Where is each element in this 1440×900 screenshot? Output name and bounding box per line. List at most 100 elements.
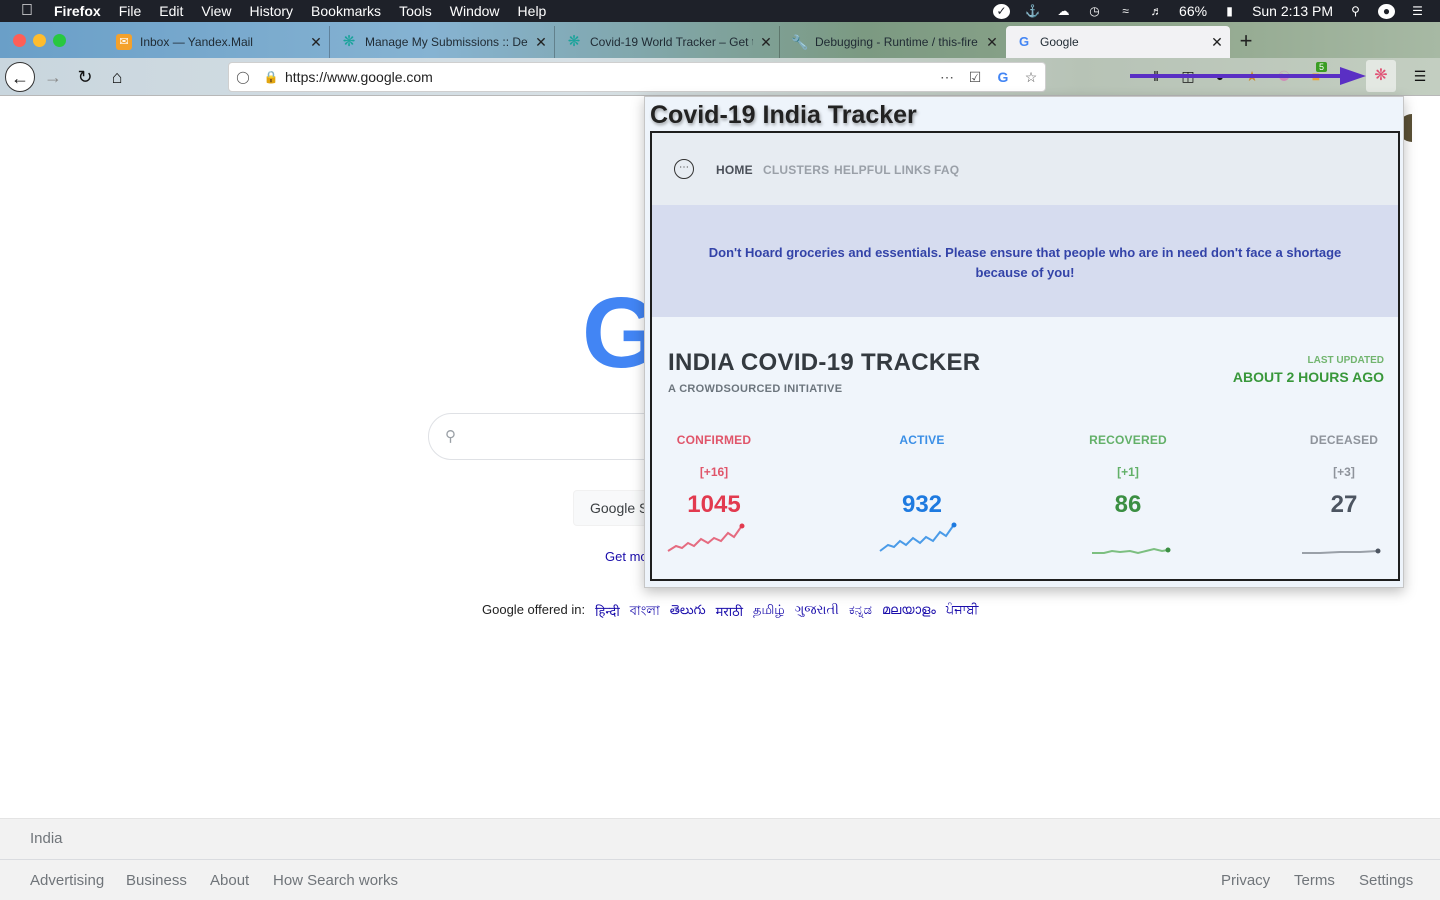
lock-icon[interactable]: 🔒 xyxy=(257,70,285,84)
stat-label: ACTIVE xyxy=(899,433,945,447)
language-link[interactable]: తెలుగు xyxy=(670,602,706,623)
tracker-heading: INDIA COVID-19 TRACKER xyxy=(668,349,981,376)
sparkline-recovered xyxy=(1092,547,1171,555)
tab-yandex-mail[interactable]: ✉ Inbox — Yandex.Mail ✕ xyxy=(106,26,330,58)
reload-button[interactable]: ↻ xyxy=(70,62,100,92)
tab-title: Covid-19 World Tracker – Get t xyxy=(590,35,753,49)
footer-advertising-link[interactable]: Advertising xyxy=(30,872,104,889)
virus-logo-icon[interactable]: ⋯ xyxy=(674,159,694,179)
tracker-nav: ⋯ HOME CLUSTERS HELPFUL LINKS FAQ xyxy=(652,133,1398,205)
language-link[interactable]: ಕನ್ನಡ xyxy=(849,602,872,623)
menu-app-name[interactable]: Firefox xyxy=(54,3,110,19)
notification-center-icon[interactable]: ☰ xyxy=(1409,4,1426,19)
clock[interactable]: Sun 2:13 PM xyxy=(1252,3,1333,19)
tab-title: Inbox — Yandex.Mail xyxy=(140,35,253,49)
menu-view[interactable]: View xyxy=(192,3,240,19)
zoom-window-button[interactable] xyxy=(53,34,66,47)
stat-delta: [+1] xyxy=(1117,465,1139,479)
annotation-arrow xyxy=(1130,67,1366,85)
puzzle-icon: ❋ xyxy=(342,33,356,50)
hamburger-menu-icon[interactable]: ☰ xyxy=(1410,68,1430,86)
stat-delta: [+16] xyxy=(699,465,729,479)
language-link[interactable]: বাংলা xyxy=(630,602,660,623)
docker-icon[interactable]: ⚓ xyxy=(1024,4,1041,19)
stat-recovered: RECOVERED [+1] 86 xyxy=(1048,433,1208,519)
spotlight-search-icon[interactable]: ⚲ xyxy=(1347,4,1364,19)
menu-history[interactable]: History xyxy=(240,3,302,19)
last-updated-value: ABOUT 2 HOURS AGO xyxy=(1232,369,1384,385)
language-link[interactable]: ગુજરાતી xyxy=(795,602,839,623)
nav-home[interactable]: HOME xyxy=(716,163,753,177)
tab-manage-submissions[interactable]: ❋ Manage My Submissions :: Dev ✕ xyxy=(331,26,555,58)
nav-clusters[interactable]: CLUSTERS xyxy=(763,163,829,177)
wrench-icon: 🔧 xyxy=(791,34,809,50)
languages-offered: Google offered in: हिन्दी বাংলা తెలుగు म… xyxy=(482,602,978,623)
language-link[interactable]: मराठी xyxy=(716,602,743,623)
footer-links: Advertising Business About How Search wo… xyxy=(0,860,1440,900)
close-tab-icon[interactable]: ✕ xyxy=(1204,34,1230,51)
stat-active: ACTIVE 932 xyxy=(842,433,1002,519)
home-button[interactable]: ⌂ xyxy=(102,62,132,92)
nav-helpful-links[interactable]: HELPFUL LINKS xyxy=(834,163,931,177)
stat-delta: [+3] xyxy=(1333,465,1355,479)
tab-covid-world-tracker[interactable]: ❋ Covid-19 World Tracker – Get t ✕ xyxy=(556,26,780,58)
menu-file[interactable]: File xyxy=(110,3,151,19)
puzzle-icon: ❋ xyxy=(567,33,581,50)
menu-window[interactable]: Window xyxy=(441,3,509,19)
menu-edit[interactable]: Edit xyxy=(150,3,192,19)
volume-icon[interactable]: ♬ xyxy=(1148,4,1165,19)
covid-tracker-popup: Covid-19 India Tracker ⋯ HOME CLUSTERS H… xyxy=(644,96,1404,588)
bookmark-star-icon[interactable]: ☆ xyxy=(1017,69,1045,86)
check-icon[interactable]: ✓ xyxy=(993,3,1011,19)
time-machine-icon[interactable]: ◷ xyxy=(1086,4,1103,19)
google-search-icon[interactable]: G xyxy=(989,69,1017,85)
footer-settings-link[interactable]: Settings xyxy=(1359,872,1413,889)
wifi-icon[interactable]: ≈ xyxy=(1117,4,1134,19)
tracker-subheading: A CROWDSOURCED INITIATIVE xyxy=(668,383,843,395)
battery-icon[interactable]: ▮ xyxy=(1221,4,1238,19)
back-button[interactable]: ← xyxy=(5,62,35,92)
forward-button[interactable]: → xyxy=(38,62,68,92)
page-actions-icon[interactable]: ⋯ xyxy=(933,69,961,86)
language-link[interactable]: മലയാളം xyxy=(882,602,936,623)
tab-google[interactable]: G Google ✕ xyxy=(1006,26,1230,58)
language-link[interactable]: தமிழ் xyxy=(753,602,785,623)
stat-value: 86 xyxy=(1114,491,1142,518)
tracking-protection-icon[interactable]: ◯ xyxy=(229,70,257,84)
new-tab-icon[interactable]: + xyxy=(1234,28,1258,54)
footer-privacy-link[interactable]: Privacy xyxy=(1221,872,1270,889)
notice-banner: Don't Hoard groceries and essentials. Pl… xyxy=(652,205,1398,317)
close-tab-icon[interactable]: ✕ xyxy=(303,34,329,51)
close-tab-icon[interactable]: ✕ xyxy=(753,34,779,51)
menu-tools[interactable]: Tools xyxy=(390,3,441,19)
close-window-button[interactable] xyxy=(13,34,26,47)
close-tab-icon[interactable]: ✕ xyxy=(979,34,1005,51)
url-bar[interactable]: ◯ 🔒 https://www.google.com ⋯ ☑ G ☆ xyxy=(228,62,1046,92)
siri-icon[interactable]: ● xyxy=(1378,3,1395,19)
pocket-icon[interactable]: ☑ xyxy=(961,69,989,86)
last-updated-label: LAST UPDATED xyxy=(1307,355,1384,366)
stat-confirmed: CONFIRMED [+16] 1045 xyxy=(652,433,794,519)
menu-bookmarks[interactable]: Bookmarks xyxy=(302,3,390,19)
footer-terms-link[interactable]: Terms xyxy=(1294,872,1335,889)
close-tab-icon[interactable]: ✕ xyxy=(528,34,554,51)
language-link[interactable]: हिन्दी xyxy=(595,602,620,623)
cloud-icon[interactable]: ☁ xyxy=(1055,4,1072,19)
minimize-window-button[interactable] xyxy=(33,34,46,47)
stat-value: 932 xyxy=(901,491,943,518)
nav-faq[interactable]: FAQ xyxy=(934,163,959,177)
footer-how-search-works-link[interactable]: How Search works xyxy=(273,872,398,889)
menu-help[interactable]: Help xyxy=(509,3,556,19)
stat-label: DECEASED xyxy=(1309,433,1379,447)
language-link[interactable]: ਪੰਜਾਬੀ xyxy=(946,602,979,623)
tab-debugging-runtime[interactable]: 🔧 Debugging - Runtime / this-fire ✕ xyxy=(781,26,1005,58)
covid-tracker-extension-icon[interactable]: ❋ xyxy=(1366,60,1396,92)
apple-icon[interactable]:  xyxy=(0,2,54,20)
url-text[interactable]: https://www.google.com xyxy=(285,69,933,85)
footer-business-link[interactable]: Business xyxy=(126,872,187,889)
stat-label: RECOVERED xyxy=(1089,433,1167,447)
battery-percent[interactable]: 66% xyxy=(1179,3,1207,19)
more-link[interactable]: Get mo xyxy=(605,549,648,564)
footer-country: India xyxy=(0,818,1440,860)
footer-about-link[interactable]: About xyxy=(210,872,249,889)
